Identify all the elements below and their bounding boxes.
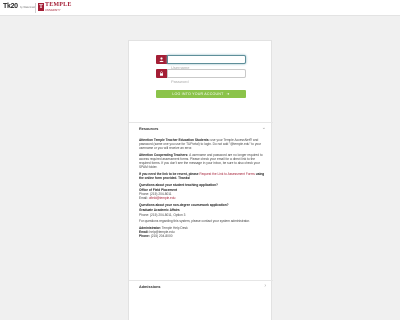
admissions-accordion-header[interactable]: Admissions › <box>129 280 273 292</box>
temple-logo-name[interactable]: TEMPLE <box>45 2 72 8</box>
user-icon <box>156 55 167 64</box>
login-button-label: LOG INTO YOUR ACCOUNT <box>172 92 224 96</box>
temple-logo-mark[interactable]: T <box>38 3 44 11</box>
cooperating-teacher-notice: Attention Cooperating Teachers: A userna… <box>139 152 263 170</box>
login-card: LOG INTO YOUR ACCOUNT➜ Resources ⌄ Atten… <box>128 40 273 320</box>
logo-divider <box>35 3 36 13</box>
password-field[interactable] <box>156 69 246 85</box>
coursework-question: Questions about your non-degree coursewo… <box>139 202 229 207</box>
tk20-logo[interactable]: Tk20 <box>3 3 18 10</box>
username-field[interactable] <box>156 55 246 71</box>
student-teaching-question: Questions about your student teaching ap… <box>139 182 218 187</box>
resend-link-notice: If you need the link to be resent, pleas… <box>139 171 265 180</box>
login-button[interactable]: LOG INTO YOUR ACCOUNT ➜ <box>156 90 246 98</box>
graduate-affairs-contact: Graduate Academic Affairs Phone: (215) 2… <box>139 208 186 217</box>
arrow-right-icon: ➜ <box>226 92 230 96</box>
field-placement-email-link[interactable]: ofield@temple.edu <box>149 196 176 200</box>
admissions-title: Admissions <box>139 285 161 289</box>
password-input[interactable] <box>168 78 245 85</box>
temple-logo-subtitle: UNIVERSITY <box>45 9 61 12</box>
lock-icon <box>156 69 167 78</box>
resources-accordion-header[interactable]: Resources ⌄ <box>129 122 273 134</box>
top-bar: Tk20 by Watermark T TEMPLE UNIVERSITY <box>0 0 400 16</box>
field-placement-contact: Office of Field Placement Phone: (215) 2… <box>139 188 178 201</box>
resources-title: Resources <box>139 127 159 131</box>
system-admin-note: For questions regarding this system, ple… <box>139 219 250 224</box>
resources-content: Attention Temple Teacher Education Stude… <box>139 138 265 238</box>
chevron-down-icon: ⌄ <box>261 125 266 131</box>
chevron-right-icon: › <box>264 283 266 289</box>
tk20-logo-subtitle: by Watermark <box>20 6 36 9</box>
request-link-assessment-forms[interactable]: Request the Link to Assessment Forms <box>199 172 254 176</box>
student-notice: Attention Temple Teacher Education Stude… <box>139 138 262 151</box>
admin-contact: Administrator: Temple Help Desk Email: h… <box>139 225 188 239</box>
